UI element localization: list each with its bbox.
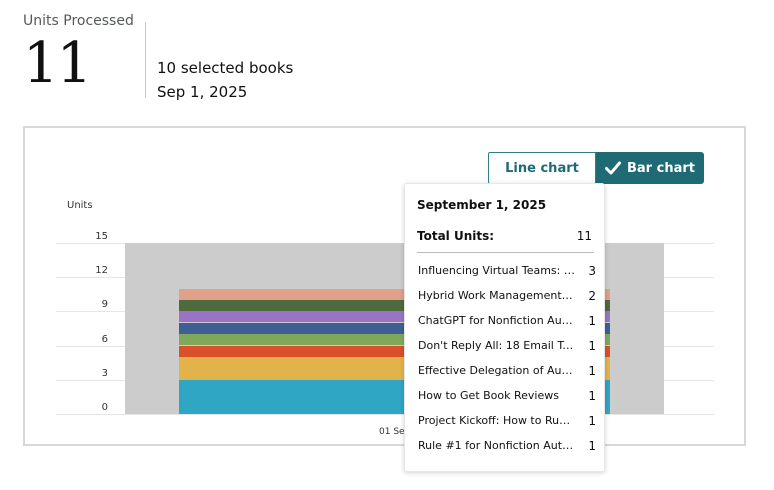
units-processed-label: Units Processed — [23, 13, 134, 29]
summary-divider — [145, 22, 146, 98]
bar-chart-button[interactable]: Bar chart — [596, 152, 704, 184]
tooltip-divider — [417, 252, 594, 253]
selected-date: Sep 1, 2025 — [157, 83, 248, 101]
y-tick-label: 6 — [101, 334, 108, 345]
book-units: 1 — [588, 439, 596, 453]
book-title: Effective Delegation of Authority — [418, 364, 576, 377]
y-tick-label: 9 — [101, 299, 108, 310]
checkmark-icon — [605, 161, 621, 175]
book-title: Don't Reply All: 18 Email Tactics — [418, 339, 576, 352]
tooltip-row: Effective Delegation of Authority 1 — [418, 364, 596, 380]
tooltip-total-value: 11 — [576, 229, 592, 243]
book-units: 3 — [588, 264, 596, 278]
tooltip-row: Rule #1 for Nonfiction Authors 1 — [418, 439, 596, 455]
tooltip-row: ChatGPT for Nonfiction Authors 1 — [418, 314, 596, 330]
y-axis-title: Units — [67, 200, 93, 211]
tooltip-date: September 1, 2025 — [417, 198, 547, 212]
book-units: 1 — [588, 314, 596, 328]
units-processed-value: 11 — [23, 31, 92, 96]
book-title: Influencing Virtual Teams: 17 Tactics Th… — [418, 264, 576, 277]
tooltip-row: Project Kickoff: How to Run a Kickoff Me… — [418, 414, 596, 430]
y-tick-label: 0 — [101, 402, 108, 413]
book-units: 1 — [588, 389, 596, 403]
line-chart-button[interactable]: Line chart — [488, 152, 596, 184]
tooltip-row: How to Get Book Reviews 1 — [418, 389, 596, 405]
line-chart-label: Line chart — [505, 160, 579, 176]
y-tick-label: 15 — [95, 231, 108, 242]
gridline — [56, 414, 714, 415]
tooltip-row: Influencing Virtual Teams: 17 Tactics Th… — [418, 264, 596, 280]
bar-chart-label: Bar chart — [627, 160, 695, 176]
book-title: Rule #1 for Nonfiction Authors — [418, 439, 576, 452]
tooltip-row: Hybrid Work Management: How to Lead Remo… — [418, 289, 596, 305]
tooltip-total-label: Total Units: — [417, 229, 495, 243]
selection-summary: 10 selected books Sep 1, 2025 — [157, 56, 293, 104]
book-title: Hybrid Work Management: How to Lead Remo… — [418, 289, 576, 302]
selected-books-count: 10 selected books — [157, 59, 294, 77]
date-tooltip: September 1, 2025 Total Units: 11 Influe… — [404, 183, 605, 472]
book-units: 1 — [588, 414, 596, 428]
book-units: 1 — [588, 339, 596, 353]
book-title: ChatGPT for Nonfiction Authors — [418, 314, 576, 327]
x-tick-label: 01 Se — [379, 427, 405, 437]
y-tick-label: 12 — [95, 265, 108, 276]
book-units: 1 — [588, 364, 596, 378]
book-title: Project Kickoff: How to Run a Kickoff Me… — [418, 414, 576, 427]
tooltip-row: Don't Reply All: 18 Email Tactics 1 — [418, 339, 596, 355]
book-title: How to Get Book Reviews — [418, 389, 559, 402]
y-tick-label: 3 — [101, 368, 108, 379]
book-units: 2 — [588, 289, 596, 303]
